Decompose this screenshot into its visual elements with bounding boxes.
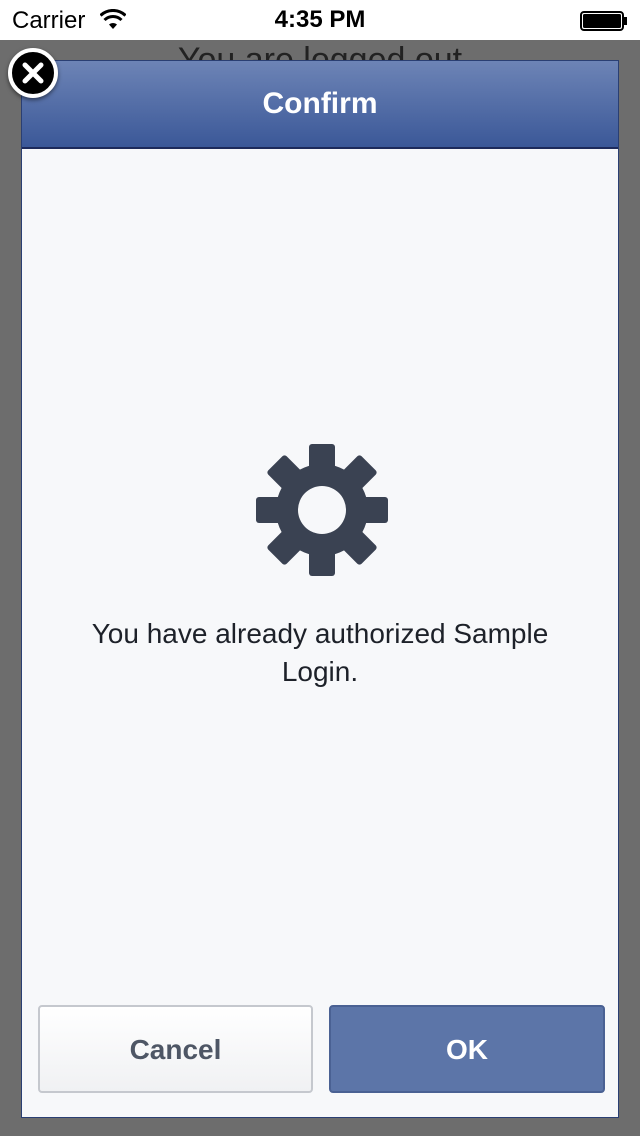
status-time: 4:35 PM <box>274 6 366 33</box>
cancel-button[interactable]: Cancel <box>38 1005 313 1093</box>
background-status-text: You are logged out <box>177 41 463 62</box>
close-icon <box>22 62 44 84</box>
gear-icon <box>256 444 388 576</box>
status-bar: Carrier 4:35 PM <box>0 0 640 40</box>
dialog-message: You have already authorized Sample Login… <box>91 618 549 687</box>
confirm-dialog: Confirm You have already authorized Samp… <box>21 60 619 1118</box>
close-button[interactable] <box>8 48 58 98</box>
ok-button[interactable]: OK <box>329 1005 605 1093</box>
dialog-title: Confirm <box>262 87 378 120</box>
dialog-header: Confirm <box>22 61 618 149</box>
battery-icon <box>580 11 627 31</box>
